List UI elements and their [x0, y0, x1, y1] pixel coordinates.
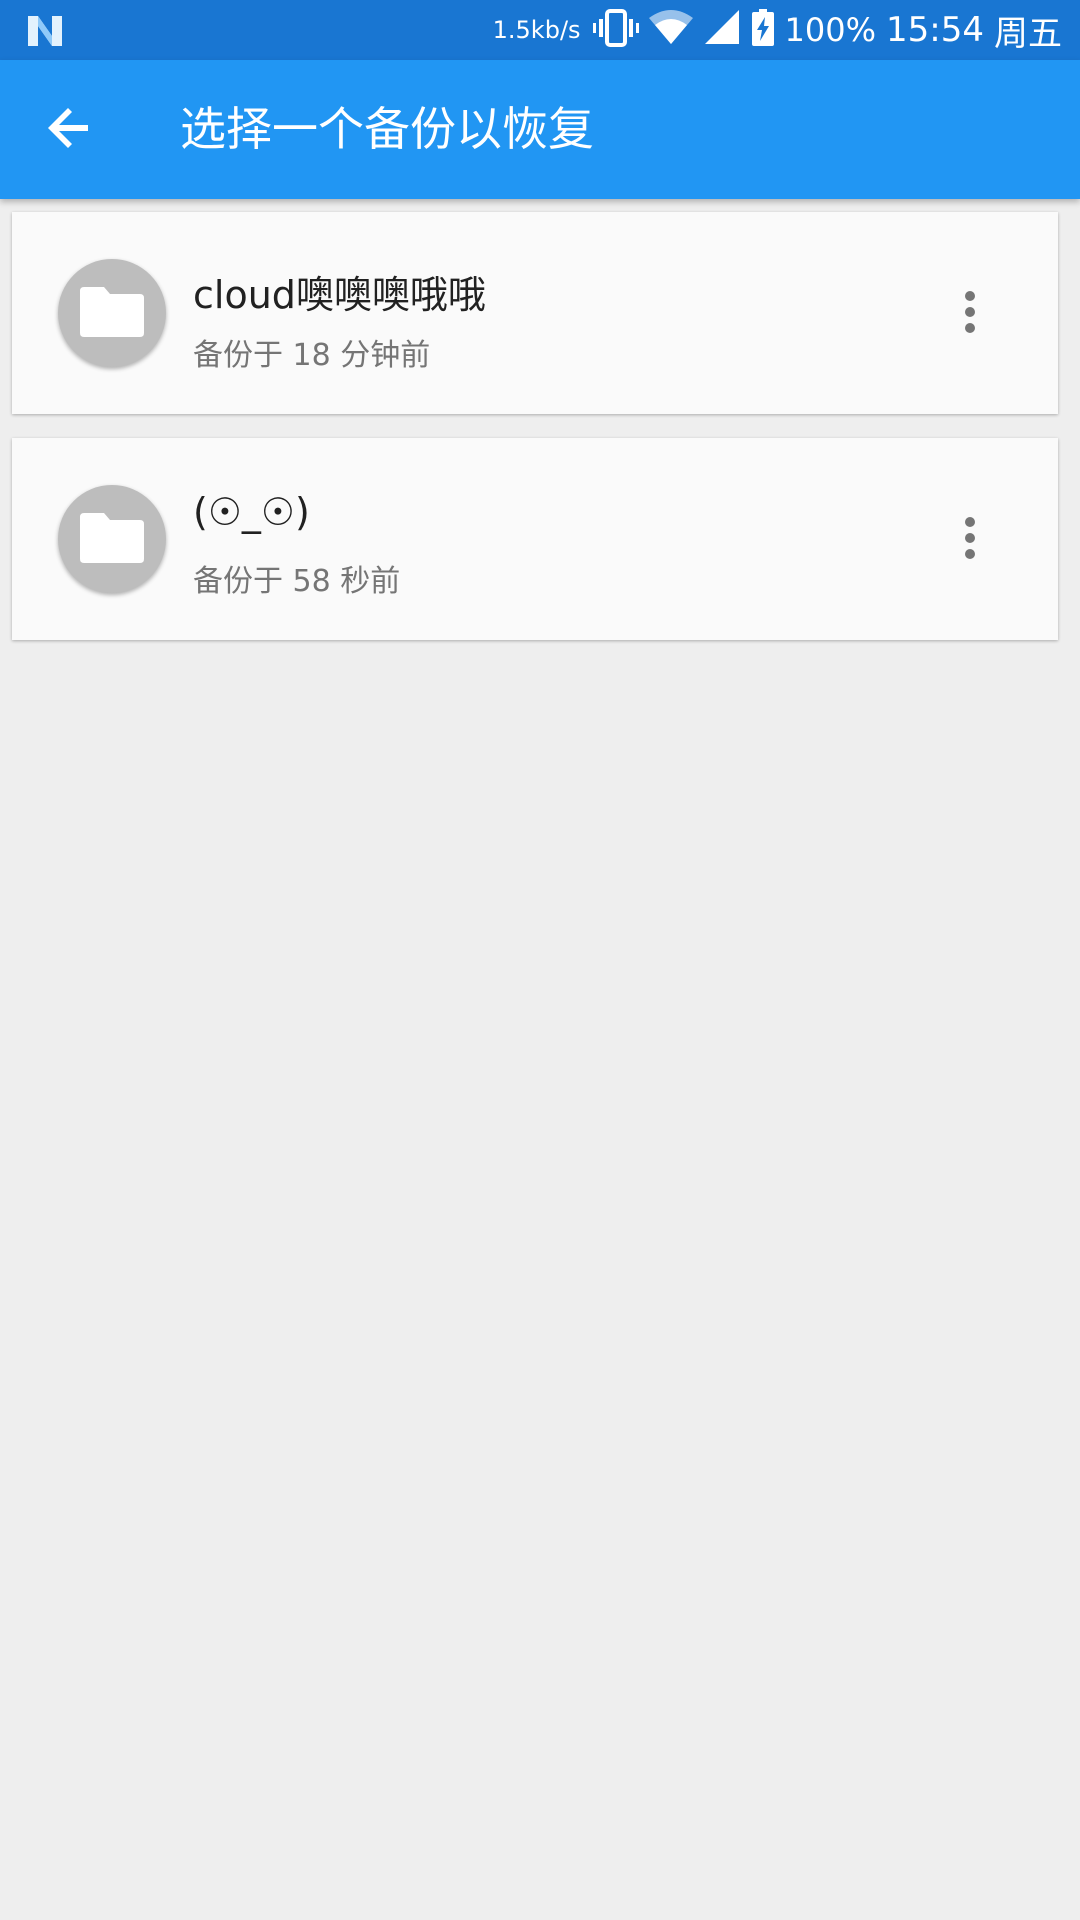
status-bar: 1.5kb/s 100% 15:54 周五 [0, 0, 1080, 60]
arrow-back-icon [48, 106, 92, 154]
app-bar: 选择一个备份以恢复 [0, 60, 1080, 199]
signal-icon [703, 10, 741, 50]
vibrate-icon [592, 8, 639, 52]
backup-item[interactable]: (☉_☉) 备份于 58 秒前 [12, 438, 1058, 640]
android-n-icon [24, 10, 66, 52]
folder-avatar [58, 485, 166, 593]
backup-name: (☉_☉) [193, 490, 310, 534]
battery-charging-icon [751, 9, 775, 51]
more-vert-icon [964, 290, 976, 338]
overflow-menu-button[interactable] [940, 508, 1000, 572]
folder-icon [78, 283, 146, 343]
folder-avatar [58, 259, 166, 367]
battery-percent: 100% [784, 11, 877, 49]
backup-time: 备份于 58 秒前 [193, 564, 401, 599]
back-button[interactable] [30, 90, 110, 170]
backup-time: 备份于 18 分钟前 [193, 338, 431, 373]
net-speed: 1.5kb/s [492, 16, 581, 44]
wifi-icon [648, 10, 693, 50]
weekday: 周五 [994, 13, 1062, 54]
clock: 15:54 [886, 10, 984, 50]
more-vert-icon [964, 516, 976, 564]
backup-item[interactable]: cloud噢噢噢哦哦 备份于 18 分钟前 [12, 212, 1058, 414]
folder-icon [78, 509, 146, 569]
backup-name: cloud噢噢噢哦哦 [193, 273, 486, 317]
page-title: 选择一个备份以恢复 [180, 102, 594, 156]
overflow-menu-button[interactable] [940, 282, 1000, 346]
backup-list: cloud噢噢噢哦哦 备份于 18 分钟前 (☉_☉) 备份于 58 秒前 [12, 212, 1058, 664]
